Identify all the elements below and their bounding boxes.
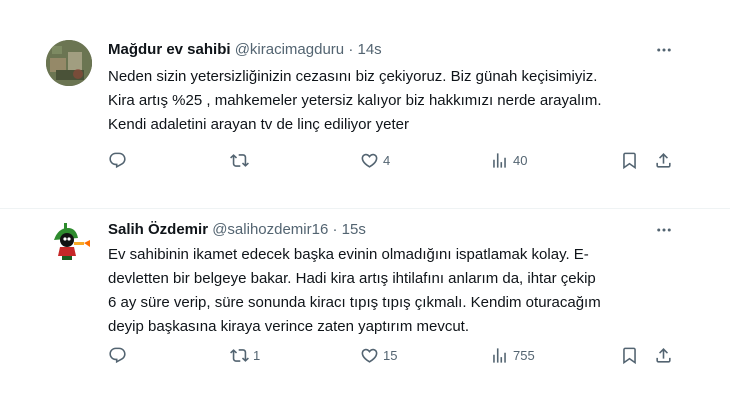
heart-icon: [361, 348, 378, 363]
share-button[interactable]: [654, 343, 673, 367]
timestamp[interactable]: 14s: [357, 41, 381, 58]
heart-icon: [361, 153, 378, 168]
tweet[interactable]: Salih Özdemir @salihozdemir16 · 15s Ev s…: [0, 208, 730, 388]
views-icon: [493, 347, 506, 363]
profile-photo-icon: [46, 40, 92, 86]
share-button[interactable]: [654, 148, 673, 172]
views-button[interactable]: 40: [490, 148, 527, 172]
user-handle[interactable]: @kiracimagduru: [235, 41, 344, 58]
tweet-text: Ev sahibinin ikamet edecek başka evinin …: [108, 246, 601, 335]
timestamp[interactable]: 15s: [342, 221, 366, 238]
retweet-icon: [230, 153, 249, 167]
more-icon[interactable]: [654, 40, 674, 60]
tweet-text: Neden sizin yetersizliğinizin cezasını b…: [108, 68, 602, 133]
like-count: 15: [383, 347, 398, 363]
tweet-header: Salih Özdemir @salihozdemir16 · 15s: [108, 220, 366, 240]
views-count: 755: [513, 347, 535, 363]
tweet-actions: 1 15 755: [100, 343, 680, 367]
separator: ·: [332, 221, 338, 238]
tweet-actions: 4 40: [100, 148, 680, 172]
avatar[interactable]: [46, 220, 92, 266]
views-button[interactable]: 755: [490, 343, 535, 367]
more-icon[interactable]: [654, 220, 674, 240]
retweet-icon: [230, 348, 249, 362]
user-name[interactable]: Mağdur ev sahibi: [108, 41, 231, 58]
views-icon: [493, 152, 506, 168]
share-icon: [656, 152, 671, 168]
like-button[interactable]: 4: [360, 148, 390, 172]
retweet-count: 1: [253, 347, 261, 363]
like-count: 4: [383, 152, 391, 168]
views-count: 40: [513, 152, 528, 168]
separator: ·: [348, 41, 354, 58]
tweet[interactable]: Mağdur ev sahibi @kiracimagduru · 14s Ne…: [0, 28, 730, 209]
retweet-button[interactable]: [230, 148, 253, 172]
user-name[interactable]: Salih Özdemir: [108, 221, 208, 238]
reply-icon: [109, 152, 126, 168]
avatar[interactable]: [46, 40, 92, 86]
bookmark-icon: [623, 152, 636, 169]
like-button[interactable]: 15: [360, 343, 397, 367]
bookmark-icon: [623, 347, 636, 364]
share-icon: [656, 347, 671, 363]
marvin-martian-avatar-icon: [46, 220, 92, 266]
reply-button[interactable]: [108, 343, 131, 367]
retweet-button[interactable]: 1: [230, 343, 260, 367]
bookmark-button[interactable]: [620, 148, 639, 172]
user-handle[interactable]: @salihozdemir16: [212, 221, 328, 238]
bookmark-button[interactable]: [620, 343, 639, 367]
tweet-header: Mağdur ev sahibi @kiracimagduru · 14s: [108, 40, 382, 60]
reply-button[interactable]: [108, 148, 131, 172]
reply-icon: [109, 347, 126, 363]
